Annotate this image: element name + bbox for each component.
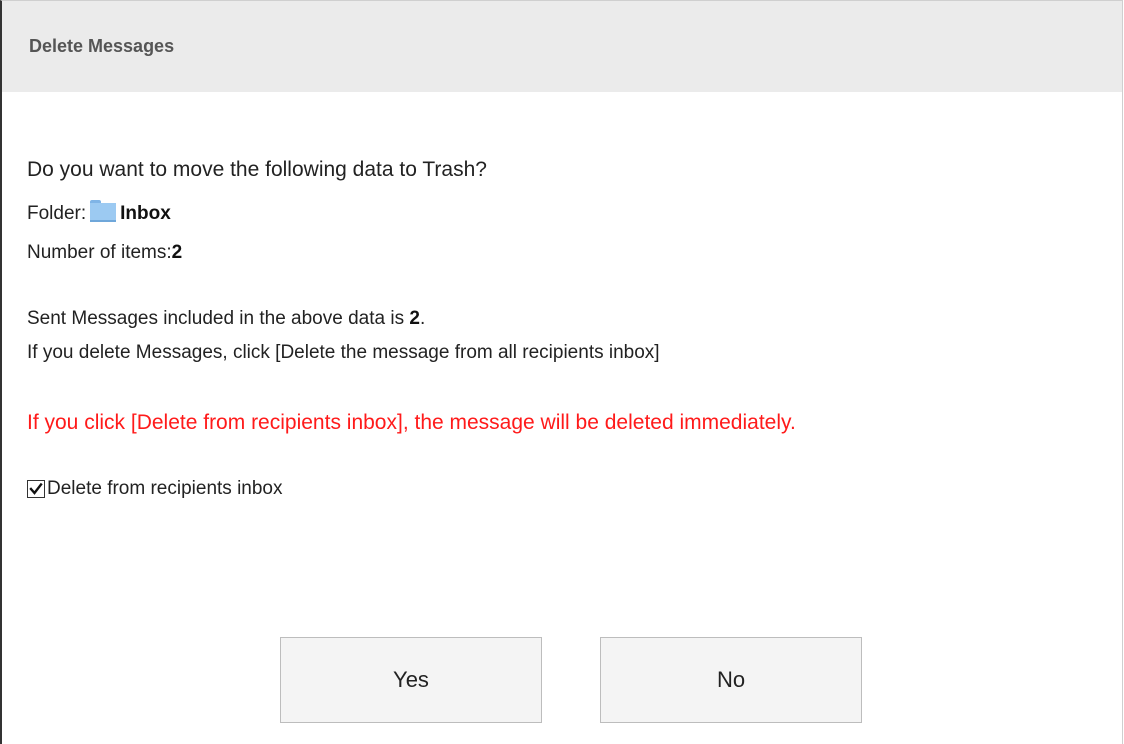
items-count: 2	[171, 242, 183, 263]
delete-instruction: If you delete Messages, click [Delete th…	[27, 342, 660, 363]
yes-button[interactable]: Yes	[280, 637, 542, 723]
items-count-row: Number of items:2	[27, 242, 182, 264]
dialog-title-bar: Delete Messages	[2, 1, 1122, 92]
folder-label: Folder:	[27, 203, 87, 224]
folder-icon	[90, 200, 117, 222]
sent-messages-text: Sent Messages included in the above data…	[27, 308, 410, 329]
delete-from-recipients-label: Delete from recipients inbox	[47, 478, 283, 499]
confirm-question: Do you want to move the following data t…	[27, 158, 487, 181]
items-label: Number of items:	[27, 242, 172, 263]
delete-from-recipients-option[interactable]: Delete from recipients inbox	[27, 478, 283, 500]
checkmark-icon	[29, 482, 43, 495]
folder-name: Inbox	[120, 203, 171, 224]
delete-messages-dialog: Delete Messages Do you want to move the …	[0, 0, 1123, 744]
dialog-title: Delete Messages	[29, 36, 175, 56]
sent-messages-suffix: .	[419, 308, 426, 329]
no-button[interactable]: No	[600, 637, 862, 723]
sent-messages-count: 2	[409, 308, 420, 329]
delete-from-recipients-checkbox[interactable]	[27, 480, 45, 498]
folder-row: Folder: Inbox	[27, 200, 171, 225]
warning-message: If you click [Delete from recipients inb…	[27, 411, 796, 434]
sent-messages-row: Sent Messages included in the above data…	[27, 308, 425, 330]
